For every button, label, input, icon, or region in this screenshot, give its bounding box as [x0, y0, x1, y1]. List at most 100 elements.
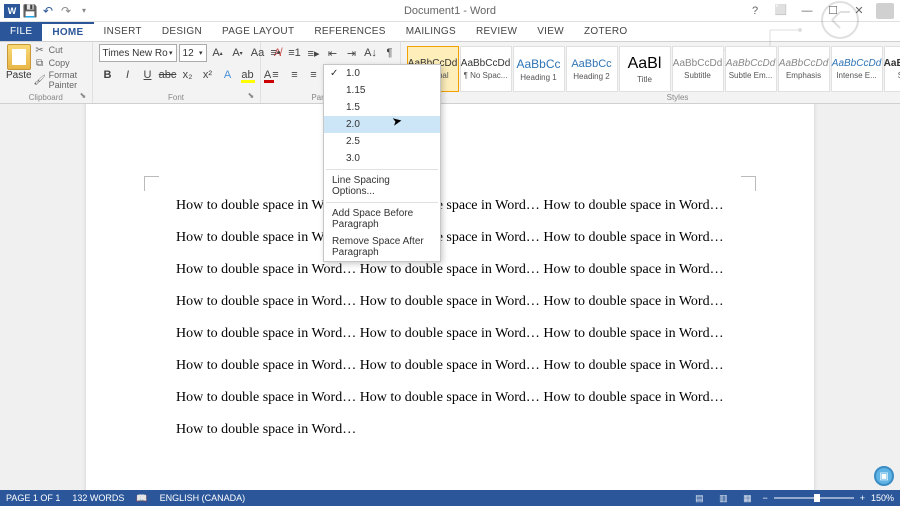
tab-zotero[interactable]: ZOTERO [574, 22, 637, 41]
status-page[interactable]: PAGE 1 OF 1 [6, 493, 60, 503]
spacing-1-5[interactable]: 1.5 [324, 99, 440, 116]
redo-icon[interactable]: ↷ [58, 3, 74, 19]
copy-button[interactable]: ⧉Copy [34, 57, 86, 69]
spacing-1-0[interactable]: 1.0 [324, 65, 440, 82]
cut-label: Cut [49, 45, 63, 55]
tab-page-layout[interactable]: PAGE LAYOUT [212, 22, 304, 41]
tab-mailings[interactable]: MAILINGS [396, 22, 466, 41]
styles-gallery: AaBbCcDd¶ Normal AaBbCcDd¶ No Spac... Aa… [407, 44, 900, 93]
zoom-slider[interactable] [774, 497, 854, 499]
font-name-value: Times New Ro [103, 48, 168, 59]
style-heading2[interactable]: AaBbCcHeading 2 [566, 46, 618, 92]
align-left-button[interactable]: ≡ [267, 66, 285, 84]
clipboard-group-label: Clipboard [0, 93, 92, 102]
font-size-combo[interactable]: 12▾ [179, 44, 207, 62]
align-right-button[interactable]: ≡ [305, 66, 323, 84]
increase-indent-button[interactable]: ⇥ [343, 44, 361, 62]
tab-view[interactable]: VIEW [527, 22, 574, 41]
shrink-font-button[interactable]: A▾ [229, 44, 247, 62]
numbering-button[interactable]: ≡1 [286, 44, 304, 62]
show-marks-button[interactable]: ¶ [381, 44, 399, 62]
help-icon[interactable]: ? [746, 3, 764, 19]
group-clipboard: Paste ✂Cut ⧉Copy 🖌Format Painter Clipboa… [0, 42, 93, 103]
style-subtitle[interactable]: AaBbCcDdSubtitle [672, 46, 724, 92]
qat-dropdown-icon[interactable]: ▾ [76, 3, 92, 19]
cut-icon: ✂ [34, 44, 46, 56]
status-proofing-icon[interactable]: 📖 [136, 493, 147, 504]
tab-home[interactable]: HOME [42, 22, 93, 41]
spacing-3-0[interactable]: 3.0 [324, 150, 440, 167]
tab-insert[interactable]: INSERT [94, 22, 152, 41]
view-read-icon[interactable]: ▤ [690, 492, 708, 504]
format-painter-label: Format Painter [49, 70, 86, 90]
zoom-level[interactable]: 150% [871, 493, 894, 503]
recording-indicator-icon: ▣ [874, 466, 894, 486]
italic-button[interactable]: I [119, 66, 137, 84]
minimize-icon[interactable]: ― [798, 3, 816, 19]
zoom-out-button[interactable]: − [762, 493, 767, 503]
add-space-before[interactable]: Add Space Before Paragraph [324, 205, 440, 233]
view-print-icon[interactable]: ▥ [714, 492, 732, 504]
style-heading1[interactable]: AaBbCcHeading 1 [513, 46, 565, 92]
tab-design[interactable]: DESIGN [152, 22, 212, 41]
subscript-button[interactable]: x₂ [179, 66, 197, 84]
copy-icon: ⧉ [34, 57, 46, 69]
menu-separator [326, 202, 438, 203]
word-logo-icon: W [4, 4, 20, 18]
menu-separator [326, 169, 438, 170]
ribbon-display-icon[interactable]: ⬜ [772, 3, 790, 19]
highlight-button[interactable]: ab [239, 66, 257, 84]
style-strong[interactable]: AaBbCcDcStrong [884, 46, 900, 92]
remove-space-after[interactable]: Remove Space After Paragraph [324, 233, 440, 261]
cut-button[interactable]: ✂Cut [34, 44, 86, 56]
font-name-combo[interactable]: Times New Ro▾ [99, 44, 177, 62]
view-web-icon[interactable]: ▦ [738, 492, 756, 504]
grow-font-button[interactable]: A▴ [209, 44, 227, 62]
undo-icon[interactable]: ↶ [40, 3, 56, 19]
user-avatar-icon[interactable] [876, 3, 894, 19]
tab-references[interactable]: REFERENCES [304, 22, 395, 41]
multilevel-button[interactable]: ≡▸ [305, 44, 323, 62]
format-painter-button[interactable]: 🖌Format Painter [34, 70, 86, 90]
styles-group-label: Styles [401, 93, 900, 102]
paste-button[interactable]: Paste [6, 44, 32, 81]
paste-label: Paste [6, 70, 32, 81]
bold-button[interactable]: B [99, 66, 117, 84]
superscript-button[interactable]: x² [199, 66, 217, 84]
clipboard-launcher-icon[interactable]: ⬊ [80, 91, 90, 101]
line-spacing-options[interactable]: Line Spacing Options... [324, 172, 440, 200]
decrease-indent-button[interactable]: ⇤ [324, 44, 342, 62]
title-bar: W 💾 ↶ ↷ ▾ Document1 - Word ? ⬜ ― ☐ ✕ [0, 0, 900, 22]
group-font: Times New Ro▾ 12▾ A▴ A▾ Aa A̸ B I U abc … [93, 42, 261, 103]
underline-button[interactable]: U [139, 66, 157, 84]
style-title[interactable]: AaBlTitle [619, 46, 671, 92]
status-language[interactable]: ENGLISH (CANADA) [160, 493, 246, 503]
font-launcher-icon[interactable]: ⬊ [248, 91, 258, 101]
spacing-2-5[interactable]: 2.5 [324, 133, 440, 150]
document-body-text[interactable]: How to double space in Word… How to doub… [176, 190, 724, 446]
style-no-spacing[interactable]: AaBbCcDd¶ No Spac... [460, 46, 512, 92]
close-icon[interactable]: ✕ [850, 3, 868, 19]
text-effects-button[interactable]: A [219, 66, 237, 84]
status-words[interactable]: 132 WORDS [72, 493, 124, 503]
document-area[interactable]: How to double space in Word… How to doub… [0, 104, 900, 490]
style-intense-emphasis[interactable]: AaBbCcDdIntense E... [831, 46, 883, 92]
sort-button[interactable]: A↓ [362, 44, 380, 62]
save-icon[interactable]: 💾 [22, 3, 38, 19]
page[interactable]: How to double space in Word… How to doub… [86, 104, 814, 490]
style-emphasis[interactable]: AaBbCcDdEmphasis [778, 46, 830, 92]
spacing-2-0[interactable]: 2.0 [324, 116, 440, 133]
tab-file[interactable]: FILE [0, 22, 42, 41]
bullets-button[interactable]: ≡• [267, 44, 285, 62]
align-center-button[interactable]: ≡ [286, 66, 304, 84]
line-spacing-menu: 1.0 1.15 1.5 2.0 2.5 3.0 Line Spacing Op… [323, 64, 441, 262]
tab-review[interactable]: REVIEW [466, 22, 527, 41]
maximize-icon[interactable]: ☐ [824, 3, 842, 19]
ribbon-tabs: FILE HOME INSERT DESIGN PAGE LAYOUT REFE… [0, 22, 900, 42]
style-subtle-emphasis[interactable]: AaBbCcDdSubtle Em... [725, 46, 777, 92]
font-group-label: Font [93, 93, 260, 102]
window-title: Document1 - Word [404, 5, 496, 17]
spacing-1-15[interactable]: 1.15 [324, 82, 440, 99]
strikethrough-button[interactable]: abc [159, 66, 177, 84]
zoom-in-button[interactable]: + [860, 493, 865, 503]
